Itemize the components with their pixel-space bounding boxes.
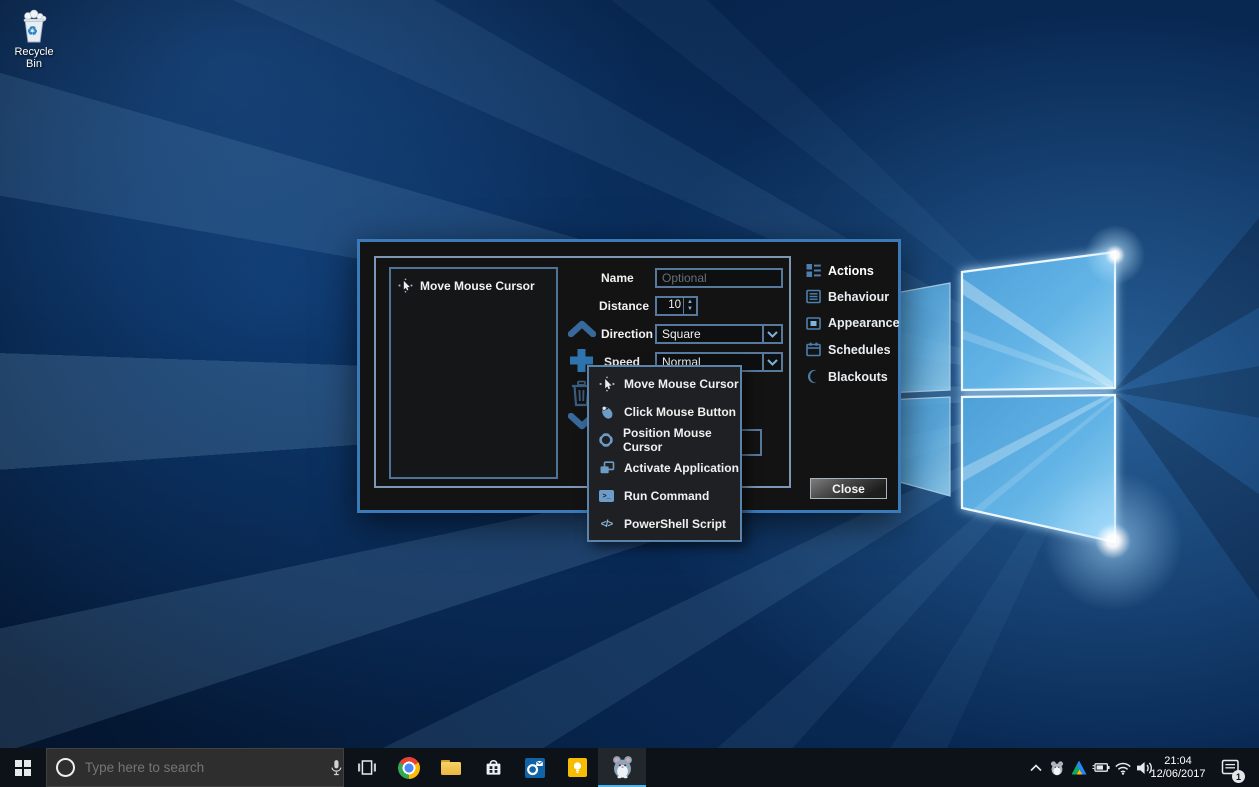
direction-label: Direction xyxy=(601,324,653,344)
menu-item-run-command[interactable]: >_ Run Command xyxy=(589,482,740,510)
task-view-icon xyxy=(357,759,377,776)
tray-google-drive-icon[interactable] xyxy=(1068,748,1090,787)
move-mouse-cursor-icon xyxy=(599,376,615,392)
spin-up-icon[interactable]: ▲ xyxy=(687,299,693,306)
cortana-icon xyxy=(56,758,75,777)
menu-item-label: PowerShell Script xyxy=(624,517,726,531)
list-item[interactable]: Move Mouse Cursor xyxy=(391,269,556,293)
move-mouse-app-icon xyxy=(610,754,635,779)
windows-logo-icon xyxy=(15,760,31,776)
activate-application-icon xyxy=(599,460,615,476)
menu-item-label: Position Mouse Cursor xyxy=(623,426,740,454)
chrome-icon xyxy=(398,757,420,779)
add-action-context-menu: Move Mouse Cursor Click Mouse Button Pos… xyxy=(587,365,742,542)
tray-battery-icon[interactable] xyxy=(1090,748,1112,787)
notification-badge: 1 xyxy=(1232,770,1245,783)
wifi-icon xyxy=(1114,761,1132,775)
spin-down-icon[interactable]: ▼ xyxy=(687,306,693,313)
menu-item-move-mouse-cursor[interactable]: Move Mouse Cursor xyxy=(589,370,740,398)
wallpaper-sparkle-bottom xyxy=(1043,471,1183,611)
position-mouse-cursor-icon xyxy=(598,432,614,448)
behaviour-icon xyxy=(806,289,821,304)
recycle-bin-shortcut[interactable]: ♻ Recycle Bin xyxy=(6,8,62,70)
taskbar-app-keep-notes[interactable] xyxy=(556,748,598,787)
chevron-up-icon xyxy=(568,320,596,337)
taskbar-app-file-explorer[interactable] xyxy=(430,748,472,787)
clock-time: 21:04 xyxy=(1164,755,1192,768)
taskbar-app-outlook[interactable] xyxy=(514,748,556,787)
distance-stepper[interactable]: 10 ▲ ▼ xyxy=(655,296,698,316)
move-mouse-cursor-icon xyxy=(398,278,413,293)
nav-label: Appearance xyxy=(828,316,900,330)
outlook-icon xyxy=(525,758,545,778)
recycle-bin-label: Recycle Bin xyxy=(6,46,62,70)
nav-label: Schedules xyxy=(828,343,891,357)
taskbar-app-store[interactable] xyxy=(472,748,514,787)
nav-item-appearance[interactable]: Appearance xyxy=(806,315,900,332)
taskbar: 21:04 12/06/2017 1 xyxy=(0,748,1259,787)
list-item-label: Move Mouse Cursor xyxy=(420,279,535,293)
actions-listbox[interactable]: Move Mouse Cursor xyxy=(389,267,558,479)
taskbar-app-chrome[interactable] xyxy=(388,748,430,787)
google-drive-icon xyxy=(1072,761,1087,775)
schedules-icon xyxy=(806,342,821,357)
tray-clock[interactable]: 21:04 12/06/2017 xyxy=(1146,748,1210,787)
search-input[interactable] xyxy=(85,760,292,775)
powershell-script-icon: </> xyxy=(601,519,612,530)
blackouts-icon xyxy=(806,369,821,384)
microphone-icon[interactable] xyxy=(330,759,343,776)
appearance-icon xyxy=(806,316,821,331)
name-label: Name xyxy=(601,268,634,288)
file-explorer-icon xyxy=(441,760,461,775)
nav-label: Blackouts xyxy=(828,370,888,384)
lightbulb-note-icon xyxy=(568,758,587,777)
click-mouse-button-icon xyxy=(599,404,615,420)
menu-item-position-mouse-cursor[interactable]: Position Mouse Cursor xyxy=(589,426,740,454)
desktop: ♻ Recycle Bin Move Mouse Cursor xyxy=(0,0,1259,787)
wallpaper-sparkle-top xyxy=(1085,225,1145,285)
menu-item-label: Move Mouse Cursor xyxy=(624,377,739,391)
nav-label: Actions xyxy=(828,264,874,278)
dropdown-chevron-icon xyxy=(767,331,778,338)
battery-plugged-icon xyxy=(1092,761,1111,774)
nav-label: Behaviour xyxy=(828,290,889,304)
actions-icon xyxy=(806,263,821,278)
nav-item-blackouts[interactable]: Blackouts xyxy=(806,368,888,385)
nav-item-actions[interactable]: Actions xyxy=(806,262,874,279)
action-center-button[interactable]: 1 xyxy=(1216,748,1246,787)
clock-date: 12/06/2017 xyxy=(1150,768,1205,781)
tray-show-hidden-icons[interactable] xyxy=(1026,748,1046,787)
close-button-label: Close xyxy=(832,482,865,496)
menu-item-label: Activate Application xyxy=(624,461,739,475)
partially-hidden-checkbox[interactable] xyxy=(739,429,762,456)
distance-label: Distance xyxy=(599,296,649,316)
store-icon xyxy=(484,758,503,777)
tray-wifi-icon[interactable] xyxy=(1112,748,1134,787)
dropdown-chevron-icon xyxy=(767,359,778,366)
start-button[interactable] xyxy=(0,748,46,787)
move-up-button[interactable] xyxy=(568,319,596,337)
close-button[interactable]: Close xyxy=(810,478,887,499)
nav-item-behaviour[interactable]: Behaviour xyxy=(806,288,889,305)
distance-value: 10 xyxy=(657,298,683,314)
menu-item-label: Click Mouse Button xyxy=(624,405,736,419)
name-input[interactable] xyxy=(655,268,783,288)
chevron-up-icon xyxy=(1030,764,1042,772)
taskbar-search[interactable] xyxy=(46,748,344,787)
menu-item-label: Run Command xyxy=(624,489,709,503)
mouse-tray-icon xyxy=(1049,760,1065,776)
direction-value: Square xyxy=(657,326,762,342)
menu-item-activate-application[interactable]: Activate Application xyxy=(589,454,740,482)
menu-item-click-mouse-button[interactable]: Click Mouse Button xyxy=(589,398,740,426)
task-view-button[interactable] xyxy=(346,748,388,787)
tray-move-mouse-icon[interactable] xyxy=(1046,748,1068,787)
recycle-symbol: ♻ xyxy=(27,24,38,38)
run-command-icon: >_ xyxy=(599,490,614,502)
direction-dropdown[interactable]: Square xyxy=(655,324,783,344)
menu-item-powershell-script[interactable]: </> PowerShell Script xyxy=(589,510,740,538)
taskbar-app-move-mouse-active[interactable] xyxy=(598,748,646,787)
nav-item-schedules[interactable]: Schedules xyxy=(806,341,891,358)
